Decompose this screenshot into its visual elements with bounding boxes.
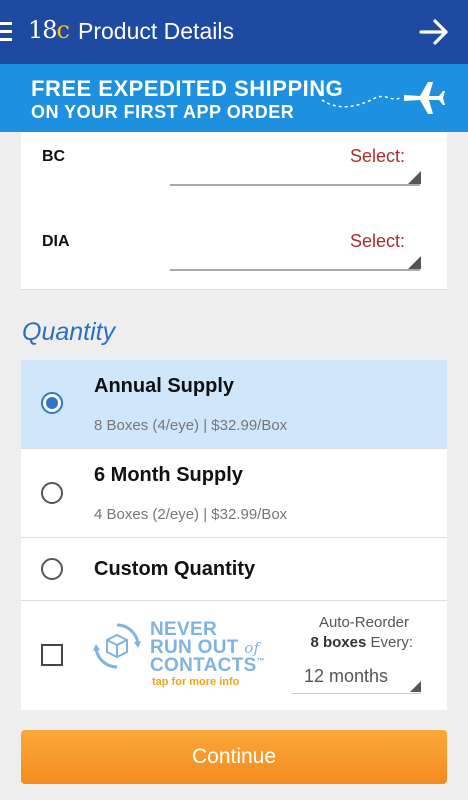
option-title: Custom Quantity [94,558,256,580]
dia-dropdown-arrow-icon[interactable] [408,256,421,269]
promo-line-3: CONTACTS™ [150,655,265,677]
auto-reorder-interval-value: 12 months [304,666,389,686]
auto-reorder-interval-select[interactable]: 12 months [292,664,421,694]
page-title: Product Details [78,18,234,44]
app-header: 18c Product Details [0,0,468,64]
radio-unselected-icon[interactable] [41,482,63,504]
arrow-right-icon[interactable] [418,16,450,48]
auto-reorder-checkbox[interactable] [41,644,63,666]
trademark-symbol: ™ [256,656,265,666]
option-annual-supply[interactable]: Annual Supply 8 Boxes (4/eye) | $32.99/B… [21,360,447,449]
bc-label: BC [42,148,66,165]
option-title: 6 Month Supply [94,464,243,486]
promo-tap-info[interactable]: tap for more info [152,676,239,688]
banner-line-2: ON YOUR FIRST APP ORDER [31,102,295,122]
option-subtitle: 8 Boxes (4/eye) | $32.99/Box [94,417,288,434]
logo-accent: c [56,16,70,44]
auto-reorder-boxes-count: 8 boxes [310,634,367,651]
dia-label: DIA [42,233,70,250]
dia-select-underline [170,269,420,271]
interval-dropdown-arrow-icon[interactable] [410,681,421,692]
app-logo: 18c [28,16,70,44]
promo-line-3-text: CONTACTS [150,655,257,676]
menu-icon[interactable] [0,22,12,42]
quantity-heading: Quantity [22,318,116,346]
airplane-icon [321,82,445,114]
option-title: Annual Supply [94,375,234,397]
bc-select[interactable]: Select: [350,146,405,167]
auto-reorder-label: Auto-Reorder [318,614,409,631]
option-custom-quantity[interactable]: Custom Quantity [21,538,447,601]
banner-line-1: FREE EXPEDITED SHIPPING [31,76,344,101]
interval-underline [292,693,421,694]
continue-button[interactable]: Continue [21,730,447,784]
shipping-promo-banner[interactable]: FREE EXPEDITED SHIPPING ON YOUR FIRST AP… [0,64,468,132]
bc-select-underline [170,184,420,186]
bc-dropdown-arrow-icon[interactable] [408,171,421,184]
auto-reorder-boxes: 8 boxes Every: [310,634,413,651]
option-subtitle: 4 Boxes (2/eye) | $32.99/Box [94,506,288,523]
quantity-options: Annual Supply 8 Boxes (4/eye) | $32.99/B… [21,360,447,710]
radio-selected-icon[interactable] [41,392,63,414]
radio-unselected-icon[interactable] [41,558,63,580]
dia-select[interactable]: Select: [350,231,405,252]
box-recycle-icon[interactable] [93,622,141,670]
logo-main: 18 [28,16,58,44]
prescription-card: BC Select: DIA Select: [21,132,447,290]
auto-reorder-every: Every: [366,634,413,651]
option-6-month-supply[interactable]: 6 Month Supply 4 Boxes (2/eye) | $32.99/… [21,449,447,538]
